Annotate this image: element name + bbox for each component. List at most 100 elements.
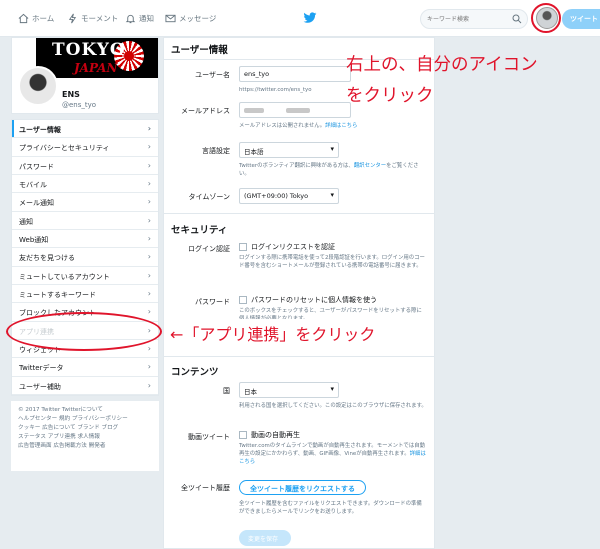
language-hint: Twitterのボランティア翻訳に興味がある方は、翻訳センターをご覧ください。: [239, 162, 427, 178]
search-box[interactable]: [420, 9, 528, 29]
tweet-button[interactable]: ツイート: [562, 9, 600, 29]
menu-item-label: モバイル: [19, 181, 47, 190]
footer-line[interactable]: クッキー 広告について ブランド ブログ: [18, 424, 152, 433]
menu-item-privacy-security[interactable]: プライバシーとセキュリティ ›: [12, 138, 158, 157]
timezone-value: (GMT+09:00) Tokyo: [244, 192, 309, 200]
right-background: [440, 37, 600, 549]
footer-line[interactable]: 広告管理画面 広告掲載方法 開発者: [18, 442, 152, 451]
email-hint-text: メールアドレスは公開されません。: [239, 123, 326, 129]
home-icon: [18, 13, 29, 24]
email-field[interactable]: [239, 102, 351, 118]
section-heading-content: コンテンツ: [171, 367, 219, 378]
search-input[interactable]: [427, 13, 513, 26]
menu-item-label: ミュートしているアカウント: [19, 272, 110, 281]
bell-icon: [125, 14, 136, 24]
archive-hint: 全ツイート履歴を含むファイルをリクエストできます。ダウンロードの準備ができました…: [239, 501, 422, 515]
menu-item-find-friends[interactable]: 友だちを見つける ›: [12, 248, 158, 267]
menu-item-label: ミュートするキーワード: [19, 291, 96, 300]
email-label: メールアドレス: [181, 107, 230, 115]
nav-notifications[interactable]: 通知: [125, 13, 154, 24]
password-checkbox[interactable]: [239, 296, 247, 304]
chevron-right-icon: ›: [147, 197, 151, 207]
password-option[interactable]: パスワードのリセットに個人情報を使う: [239, 295, 377, 305]
save-changes-button[interactable]: 変更を保存: [239, 530, 291, 546]
video-hint-text: Twitter.comのタイムラインで動画が自動再生されます。モーメントでは自動…: [239, 443, 425, 457]
profile-name[interactable]: ENS: [62, 90, 80, 99]
chevron-right-icon: ›: [147, 160, 151, 170]
language-hint-link[interactable]: 翻訳センター: [354, 163, 386, 169]
menu-item-twitter-data[interactable]: Twitterデータ ›: [12, 358, 158, 377]
profile-card[interactable]: TOKYO JAPAN ENS @ens_tyo: [11, 37, 159, 114]
highlight-circle-avatar: [531, 3, 561, 33]
menu-item-label: 友だちを見つける: [19, 254, 75, 263]
profile-banner: TOKYO JAPAN: [36, 38, 158, 78]
password-label: パスワード: [195, 298, 230, 306]
left-column: TOKYO JAPAN ENS @ens_tyo ユーザー情報 › プライバシーと…: [11, 37, 159, 472]
nav-messages-label: メッセージ: [179, 14, 217, 23]
menu-item-muted-words[interactable]: ミュートするキーワード ›: [12, 285, 158, 304]
menu-item-label: Web通知: [19, 236, 49, 245]
footer-line[interactable]: © 2017 Twitter Twitterについて: [18, 406, 152, 415]
chevron-right-icon: ›: [147, 380, 151, 390]
menu-item-password[interactable]: パスワード ›: [12, 157, 158, 176]
search-icon[interactable]: [512, 14, 522, 24]
nav-home[interactable]: ホーム: [18, 13, 54, 24]
top-nav: ホーム モーメント 通知 メッセージ ツイート: [0, 0, 600, 37]
video-checkbox[interactable]: [239, 431, 247, 439]
login-verify-check-label: ログインリクエストを認証: [251, 243, 335, 251]
video-check-label: 動画の自動再生: [251, 431, 300, 439]
profile-handle[interactable]: @ens_tyo: [62, 101, 96, 109]
menu-item-web-notifications[interactable]: Web通知 ›: [12, 230, 158, 249]
request-archive-button[interactable]: 全ツイート履歴をリクエストする: [239, 480, 366, 495]
settings-panel: ユーザー情報 ユーザー名 ens_tyo https://twitter.com…: [163, 37, 435, 549]
annotation-top: 右上の、自分のアイコン をクリック: [346, 50, 538, 112]
menu-item-label: ユーザー補助: [19, 382, 61, 391]
menu-item-mobile[interactable]: モバイル ›: [12, 175, 158, 194]
chevron-right-icon: ›: [147, 307, 151, 317]
banner-text-top: TOKYO: [52, 40, 126, 60]
nav-moments[interactable]: モーメント: [67, 13, 118, 24]
email-redacted: [286, 107, 311, 113]
footer-line[interactable]: ヘルプセンター 規約 プライバシーポリシー: [18, 415, 152, 424]
nav-messages[interactable]: メッセージ: [165, 13, 216, 24]
divider: [164, 356, 434, 357]
annotation-left: ←「アプリ連携」をクリック: [169, 319, 377, 347]
password-check-label: パスワードのリセットに個人情報を使う: [251, 296, 377, 304]
menu-item-notifications[interactable]: 通知 ›: [12, 212, 158, 231]
username-field[interactable]: ens_tyo: [239, 66, 351, 82]
menu-item-label: プライバシーとセキュリティ: [19, 144, 110, 153]
language-select[interactable]: 日本語: [239, 142, 339, 158]
twitter-bird-icon[interactable]: [303, 12, 317, 24]
chevron-right-icon: ›: [147, 234, 151, 244]
country-select[interactable]: 日本: [239, 382, 339, 398]
chevron-right-icon: ›: [147, 270, 151, 280]
login-verify-hint: ログインする際に携帯電話を使って2段階認証を行います。ログイン用のコード番号を含…: [239, 255, 425, 269]
language-hint-text: Twitterのボランティア翻訳に興味がある方は、: [239, 163, 354, 169]
login-verify-checkbox[interactable]: [239, 243, 247, 251]
footer-line[interactable]: ステータス アプリ連携 求人情報: [18, 433, 152, 442]
lightning-icon: [68, 13, 77, 24]
menu-item-muted-accounts[interactable]: ミュートしているアカウント ›: [12, 267, 158, 286]
menu-item-user-info[interactable]: ユーザー情報 ›: [12, 120, 158, 139]
language-label: 言語設定: [202, 147, 230, 155]
login-verify-label: ログイン認証: [188, 245, 230, 253]
profile-avatar[interactable]: [18, 66, 58, 106]
chevron-right-icon: ›: [147, 142, 151, 152]
divider: [164, 213, 434, 214]
footer-links: © 2017 Twitter Twitterについて ヘルプセンター 規約 プラ…: [11, 401, 159, 472]
timezone-select[interactable]: (GMT+09:00) Tokyo: [239, 188, 339, 204]
chevron-right-icon: ›: [147, 124, 151, 133]
archive-label: 全ツイート履歴: [181, 484, 230, 492]
chevron-right-icon: ›: [147, 344, 151, 354]
menu-item-label: 通知: [19, 217, 33, 226]
login-verify-option[interactable]: ログインリクエストを認証: [239, 242, 335, 252]
language-value: 日本語: [244, 148, 264, 156]
menu-item-accessibility[interactable]: ユーザー補助 ›: [12, 377, 158, 396]
video-label: 動画ツイート: [188, 433, 230, 441]
username-label: ユーザー名: [195, 71, 230, 79]
menu-item-email-notifications[interactable]: メール通知 ›: [12, 193, 158, 212]
section-heading-user-info: ユーザー情報: [171, 45, 228, 56]
section-heading-security: セキュリティ: [171, 225, 228, 236]
email-hint-link[interactable]: 詳細はこちら: [325, 123, 357, 129]
video-option[interactable]: 動画の自動再生: [239, 430, 300, 440]
